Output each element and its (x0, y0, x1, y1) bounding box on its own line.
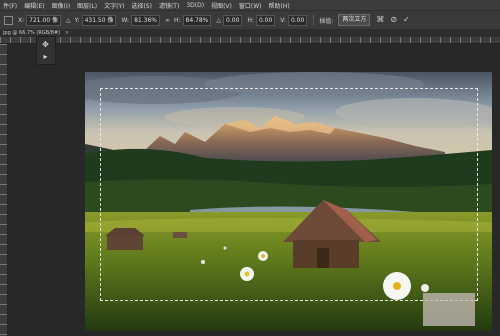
w-label: W: (121, 16, 130, 24)
y-field[interactable]: 431.50 像 (81, 14, 117, 26)
interpolation-label: 插值: (319, 17, 334, 25)
hskew-field[interactable]: 0.00 (255, 14, 276, 26)
delta-icon: △ (66, 16, 71, 24)
menu-image[interactable]: 图像(I) (52, 1, 70, 10)
move-tool-icon[interactable]: ✥ (40, 39, 51, 50)
h-field[interactable]: 84.78% (182, 14, 212, 26)
arrow-tool-icon[interactable]: ▸ (40, 51, 51, 62)
menu-3d[interactable]: 3D(D) (186, 2, 204, 9)
reference-point-icon[interactable] (4, 15, 13, 25)
options-bar: X: 721.00 像 △ Y: 431.50 像 W: 81.36% ∞ H:… (0, 10, 500, 30)
menu-view[interactable]: 视图(V) (211, 1, 232, 10)
w-field[interactable]: 81.36% (131, 14, 160, 26)
commit-transform-icon[interactable]: ✓ (403, 15, 410, 25)
menu-file[interactable]: 件(F) (3, 1, 17, 10)
y-label: Y: (74, 16, 80, 24)
warp-mode-icon[interactable]: ⌘ (376, 15, 384, 25)
menu-bar: 件(F) 编辑(E) 图像(I) 图层(L) 文字(Y) 选择(S) 滤镜(T)… (0, 0, 500, 10)
x-field[interactable]: 721.00 像 (26, 14, 62, 26)
vskew-label: V: (280, 16, 286, 24)
x-label: X: (18, 16, 25, 24)
close-icon[interactable]: × (65, 30, 69, 36)
angle-field[interactable]: 0.00 (223, 14, 243, 26)
h-label: H: (173, 16, 181, 24)
menu-edit[interactable]: 编辑(E) (24, 1, 44, 10)
menu-filter[interactable]: 滤镜(T) (159, 1, 179, 10)
separator (313, 14, 315, 26)
cancel-transform-icon[interactable]: ⊘ (390, 15, 397, 25)
menu-help[interactable]: 帮助(H) (269, 1, 290, 10)
angle-icon: △ (216, 16, 222, 24)
watermark-block (423, 293, 475, 326)
vskew-field[interactable]: 0.00 (287, 14, 308, 26)
document-tab-bar: jpg @ 66.7% (RGB/8#) × (0, 29, 500, 37)
ruler-horizontal[interactable] (0, 37, 500, 44)
link-icon[interactable]: ∞ (165, 17, 170, 24)
interpolation-select[interactable]: 两次立方 (338, 14, 371, 26)
menu-window[interactable]: 窗口(W) (239, 1, 262, 10)
ruler-vertical[interactable] (0, 44, 7, 336)
menu-type[interactable]: 文字(Y) (104, 1, 124, 10)
menu-layer[interactable]: 图层(L) (77, 1, 97, 10)
tool-panel: ✥ ▸ (36, 36, 56, 65)
hskew-label: H: (247, 16, 254, 24)
menu-select[interactable]: 选择(S) (131, 1, 152, 10)
